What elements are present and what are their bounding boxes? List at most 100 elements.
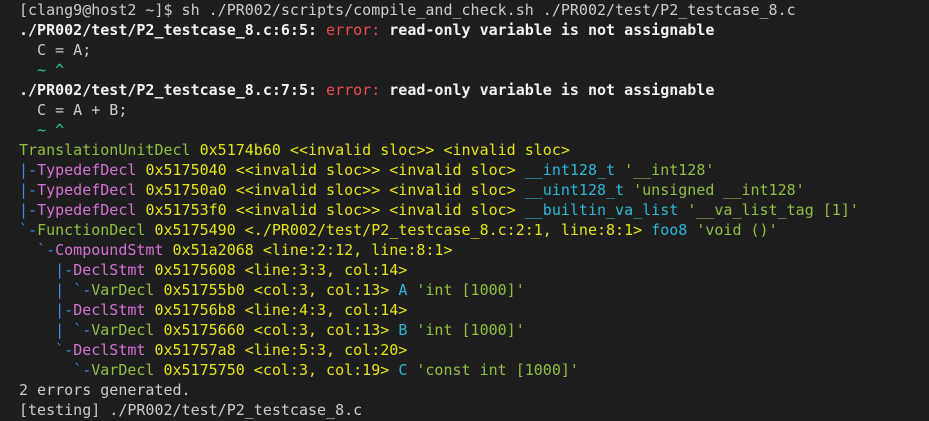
terminal-text-segment: <<invalid sloc>> bbox=[226, 181, 390, 199]
terminal-text-segment: read-only variable is not assignable bbox=[389, 81, 715, 99]
terminal-line: `-FunctionDecl 0x5175490 <./PR002/test/P… bbox=[19, 220, 929, 240]
terminal-text-segment: VarDecl bbox=[91, 361, 164, 379]
terminal-text-segment: VarDecl bbox=[91, 321, 164, 339]
terminal-line: |-DeclStmt 0x51756b8 <line:4:3, col:14> bbox=[19, 300, 929, 320]
terminal-text-segment: 0x51753f0 bbox=[145, 201, 227, 219]
terminal-text-segment: |- bbox=[19, 301, 74, 319]
terminal-text-segment: TranslationUnitDecl bbox=[19, 141, 200, 159]
terminal-text-segment: <invalid sloc> bbox=[443, 141, 570, 159]
terminal-text-segment: ./PR002/test/P2_testcase_8.c:6:5: bbox=[19, 21, 327, 39]
terminal-text-segment: C = A; bbox=[19, 41, 92, 59]
terminal-text-segment: TypedefDecl bbox=[37, 161, 146, 179]
terminal-text-segment: C = A + B; bbox=[19, 101, 128, 119]
terminal-text-segment: B bbox=[398, 321, 417, 339]
terminal-text-segment: `- bbox=[19, 341, 74, 359]
terminal-text-segment: <<invalid sloc>> bbox=[280, 141, 444, 159]
terminal-line: |-TypedefDecl 0x5175040 <<invalid sloc>>… bbox=[19, 160, 929, 180]
terminal-line: [clang9@host2 ~]$ sh ./PR002/scripts/com… bbox=[19, 0, 929, 20]
terminal-text-segment: 0x5175750 bbox=[163, 361, 245, 379]
terminal-text-segment: CompoundStmt bbox=[55, 241, 173, 259]
terminal-text-segment: <invalid sloc> bbox=[389, 161, 516, 179]
terminal-text-segment: 0x5175660 bbox=[163, 321, 245, 339]
terminal-text-segment: `- bbox=[19, 241, 56, 259]
terminal-text-segment: DeclStmt bbox=[73, 301, 155, 319]
terminal-line: |-DeclStmt 0x5175608 <line:3:3, col:14> bbox=[19, 260, 929, 280]
terminal-line: `-CompoundStmt 0x51a2068 <line:2:12, lin… bbox=[19, 240, 929, 260]
terminal-text-segment: <<invalid sloc>> bbox=[226, 161, 390, 179]
terminal-text-segment: <./PR002/test/P2_testcase_8.c:2:1, line:… bbox=[235, 221, 652, 239]
terminal-text-segment: |- bbox=[19, 201, 38, 219]
terminal-line: ./PR002/test/P2_testcase_8.c:6:5: error:… bbox=[19, 20, 929, 40]
terminal-text-segment: DeclStmt bbox=[73, 341, 155, 359]
terminal-line: ~ ^ bbox=[19, 120, 929, 140]
terminal-line: TranslationUnitDecl 0x5174b60 <<invalid … bbox=[19, 140, 929, 160]
terminal-text-segment: 0x51755b0 bbox=[163, 281, 245, 299]
terminal-text-segment: <line:2:12, line:8:1> bbox=[253, 241, 453, 259]
terminal-text-segment: 'void ()' bbox=[696, 221, 778, 239]
terminal-text-segment: 0x5175040 bbox=[145, 161, 227, 179]
terminal-text-segment: 0x5175490 bbox=[154, 221, 236, 239]
terminal-text-segment: | `- bbox=[19, 321, 92, 339]
terminal-text-segment: 'int [1000]' bbox=[416, 281, 525, 299]
terminal-text-segment: <invalid sloc> bbox=[389, 201, 516, 219]
terminal-text-segment: TypedefDecl bbox=[37, 201, 146, 219]
terminal-line: C = A; bbox=[19, 40, 929, 60]
terminal-line: | `-VarDecl 0x51755b0 <col:3, col:13> A … bbox=[19, 280, 929, 300]
terminal-text-segment: <line:4:3, col:14> bbox=[235, 301, 408, 319]
terminal-text-segment: `- bbox=[19, 361, 92, 379]
terminal-text-segment: error: bbox=[326, 81, 390, 99]
terminal-text-segment: <col:3, col:13> bbox=[244, 321, 399, 339]
terminal-text-segment: 'unsigned __int128' bbox=[633, 181, 805, 199]
terminal-text-segment: __uint128_t bbox=[515, 181, 634, 199]
terminal-text-segment: 0x51756b8 bbox=[154, 301, 236, 319]
terminal-text-segment: 0x51750a0 bbox=[145, 181, 227, 199]
terminal-text-segment: foo8 bbox=[651, 221, 697, 239]
terminal-line: C = A + B; bbox=[19, 100, 929, 120]
terminal-line: | `-VarDecl 0x5175660 <col:3, col:13> B … bbox=[19, 320, 929, 340]
terminal-text-segment: <col:3, col:13> bbox=[244, 281, 399, 299]
terminal-text-segment: [testing] ./PR002/test/P2_testcase_8.c bbox=[19, 401, 363, 419]
terminal-text-segment: error: bbox=[326, 21, 390, 39]
terminal-line: ./PR002/test/P2_testcase_8.c:7:5: error:… bbox=[19, 80, 929, 100]
terminal-text-segment: ~ ^ bbox=[19, 61, 65, 79]
terminal-text-segment: 0x5175608 bbox=[154, 261, 236, 279]
terminal-text-segment: 2 errors generated. bbox=[19, 381, 191, 399]
terminal-text-segment: [clang9@host2 ~]$ sh ./PR002/scripts/com… bbox=[19, 1, 796, 19]
terminal-text-segment: 0x51a2068 bbox=[172, 241, 254, 259]
terminal-text-segment: C bbox=[398, 361, 417, 379]
terminal-line: |-TypedefDecl 0x51753f0 <<invalid sloc>>… bbox=[19, 200, 929, 220]
terminal-text-segment: <line:3:3, col:14> bbox=[235, 261, 408, 279]
terminal-text-segment: <<invalid sloc>> bbox=[226, 201, 390, 219]
terminal-text-segment: <col:3, col:19> bbox=[244, 361, 399, 379]
terminal-text-segment: 'const int [1000]' bbox=[416, 361, 579, 379]
terminal-text-segment: '__int128' bbox=[624, 161, 715, 179]
terminal-line: |-TypedefDecl 0x51750a0 <<invalid sloc>>… bbox=[19, 180, 929, 200]
terminal-text-segment: |- bbox=[19, 261, 74, 279]
terminal-text-segment: '__va_list_tag [1]' bbox=[687, 201, 859, 219]
terminal-text-segment: 0x5174b60 bbox=[199, 141, 281, 159]
terminal-text-segment: |- bbox=[19, 161, 38, 179]
terminal-text-segment: DeclStmt bbox=[73, 261, 155, 279]
terminal-text-segment: FunctionDecl bbox=[37, 221, 155, 239]
terminal-line: ~ ^ bbox=[19, 60, 929, 80]
terminal-text-segment: 'int [1000]' bbox=[416, 321, 525, 339]
terminal-text-segment: TypedefDecl bbox=[37, 181, 146, 199]
terminal-text-segment: `- bbox=[19, 221, 38, 239]
terminal-text-segment: VarDecl bbox=[91, 281, 164, 299]
terminal-text-segment: | `- bbox=[19, 281, 92, 299]
terminal-text-segment: ~ ^ bbox=[19, 121, 65, 139]
terminal-text-segment: 0x51757a8 bbox=[154, 341, 236, 359]
terminal-text-segment: A bbox=[398, 281, 417, 299]
terminal-text-segment: <invalid sloc> bbox=[389, 181, 516, 199]
terminal-text-segment: <line:5:3, col:20> bbox=[235, 341, 408, 359]
terminal-text-segment: ./PR002/test/P2_testcase_8.c:7:5: bbox=[19, 81, 327, 99]
terminal-text-segment: __builtin_va_list bbox=[515, 201, 688, 219]
terminal-line: [testing] ./PR002/test/P2_testcase_8.c bbox=[19, 400, 929, 420]
terminal-output[interactable]: [clang9@host2 ~]$ sh ./PR002/scripts/com… bbox=[0, 0, 929, 421]
terminal-text-segment: |- bbox=[19, 181, 38, 199]
terminal-line: `-VarDecl 0x5175750 <col:3, col:19> C 'c… bbox=[19, 360, 929, 380]
terminal-line: 2 errors generated. bbox=[19, 380, 929, 400]
terminal-text-segment: read-only variable is not assignable bbox=[389, 21, 715, 39]
terminal-text-segment: __int128_t bbox=[515, 161, 625, 179]
terminal-line: `-DeclStmt 0x51757a8 <line:5:3, col:20> bbox=[19, 340, 929, 360]
